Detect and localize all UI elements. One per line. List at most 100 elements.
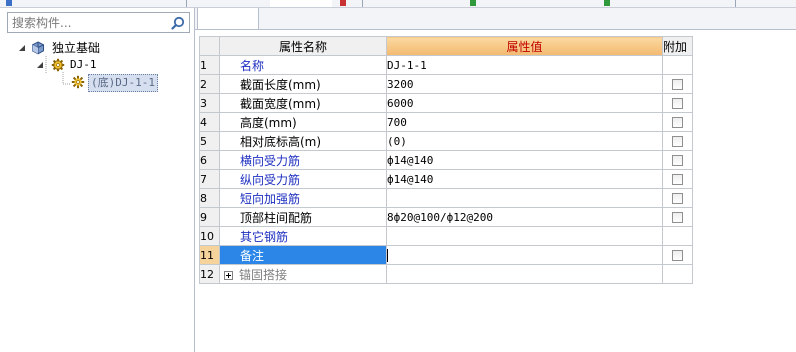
attach-checkbox[interactable] <box>672 78 683 90</box>
property-value[interactable]: 8ф20@100/ф12@200 <box>386 207 663 227</box>
row-number: 2 <box>199 74 220 94</box>
attach-cell <box>662 55 693 75</box>
property-name[interactable]: 其它钢筋 <box>219 226 387 246</box>
table-row[interactable]: 1 名称 DJ-1-1 <box>199 55 693 75</box>
expand-icon[interactable] <box>224 270 233 280</box>
attach-cell <box>662 188 693 208</box>
property-value[interactable]: 700 <box>386 112 663 132</box>
property-name[interactable]: 相对底标高(m) <box>219 131 387 151</box>
attach-checkbox[interactable] <box>672 173 683 185</box>
property-name[interactable]: 顶部柱间配筋 <box>219 207 387 227</box>
attach-cell <box>662 150 693 170</box>
property-value[interactable] <box>386 264 663 284</box>
attach-checkbox[interactable] <box>672 135 683 147</box>
toolbar-icon[interactable] <box>470 0 476 6</box>
property-value[interactable]: 3200 <box>386 74 663 94</box>
property-value-editor[interactable] <box>386 245 663 265</box>
row-number: 7 <box>199 169 220 189</box>
property-name[interactable]: 高度(mm) <box>219 112 387 132</box>
tree-node-label: 独立基础 <box>52 41 101 55</box>
toolbar-tab[interactable] <box>270 0 332 7</box>
header-property-value[interactable]: 属性值 <box>386 36 663 56</box>
search-box <box>7 12 190 33</box>
grid-header-row: 属性名称 属性值 附加 <box>199 36 693 56</box>
property-name[interactable]: 截面宽度(mm) <box>219 93 387 113</box>
header-corner <box>199 36 220 56</box>
gear-icon <box>71 75 85 89</box>
table-row-selected[interactable]: 11 备注 <box>199 245 693 265</box>
property-name-group[interactable]: 锚固搭接 <box>219 264 387 284</box>
attach-cell <box>662 245 693 265</box>
attach-checkbox[interactable] <box>672 211 683 223</box>
properties-panel: 属性名称 属性值 附加 1 名称 DJ-1-1 2 截面长度(mm) 3200 … <box>195 8 796 352</box>
tree-node-root[interactable]: 独立基础 <box>0 40 194 56</box>
property-name[interactable]: 备注 <box>219 245 387 265</box>
header-attach[interactable]: 附加 <box>662 36 693 56</box>
text-caret <box>387 248 388 262</box>
table-row[interactable]: 6 横向受力筋 ф14@140 <box>199 150 693 170</box>
attach-checkbox[interactable] <box>672 97 683 109</box>
property-grid: 属性名称 属性值 附加 1 名称 DJ-1-1 2 截面长度(mm) 3200 … <box>199 36 693 284</box>
top-toolbar-strip <box>0 0 796 8</box>
table-row[interactable]: 12 锚固搭接 <box>199 264 693 284</box>
toolbar-icon[interactable] <box>604 0 610 6</box>
property-value[interactable]: 6000 <box>386 93 663 113</box>
table-row[interactable]: 8 短向加强筋 <box>199 188 693 208</box>
tab-properties[interactable] <box>197 8 259 29</box>
row-number: 9 <box>199 207 220 227</box>
attach-cell <box>662 264 693 284</box>
property-value[interactable] <box>386 188 663 208</box>
attach-cell <box>662 93 693 113</box>
row-number: 3 <box>199 93 220 113</box>
toolbar-divider <box>186 0 187 7</box>
property-name[interactable]: 名称 <box>219 55 387 75</box>
table-row[interactable]: 3 截面宽度(mm) 6000 <box>199 93 693 113</box>
gear-icon <box>51 58 65 72</box>
collapse-icon[interactable] <box>18 44 26 52</box>
foundation-icon <box>31 41 45 55</box>
collapse-icon[interactable] <box>36 61 44 69</box>
table-row[interactable]: 5 相对底标高(m) (0) <box>199 131 693 151</box>
search-icon[interactable] <box>168 14 188 31</box>
tree-node-dj1[interactable]: DJ-1 <box>0 57 194 73</box>
row-number: 12 <box>199 264 220 284</box>
property-value[interactable]: ф14@140 <box>386 169 663 189</box>
attach-cell <box>662 207 693 227</box>
row-number: 11 <box>199 245 220 265</box>
search-input[interactable] <box>10 14 164 31</box>
table-row[interactable]: 9 顶部柱间配筋 8ф20@100/ф12@200 <box>199 207 693 227</box>
property-name[interactable]: 短向加强筋 <box>219 188 387 208</box>
toolbar-divider <box>735 0 736 7</box>
table-row[interactable]: 2 截面长度(mm) 3200 <box>199 74 693 94</box>
property-value[interactable]: ф14@140 <box>386 150 663 170</box>
attach-checkbox[interactable] <box>672 192 683 204</box>
attach-cell <box>662 112 693 132</box>
group-label: 锚固搭接 <box>239 267 288 282</box>
table-row[interactable]: 7 纵向受力筋 ф14@140 <box>199 169 693 189</box>
toolbar-icon[interactable] <box>6 0 12 6</box>
tree-node-label-selected: (底)DJ-1-1 <box>88 74 158 92</box>
row-number: 8 <box>199 188 220 208</box>
toolbar-icon[interactable] <box>340 0 346 6</box>
property-name[interactable]: 横向受力筋 <box>219 150 387 170</box>
table-row[interactable]: 10 其它钢筋 <box>199 226 693 246</box>
attach-checkbox[interactable] <box>672 154 683 166</box>
property-value[interactable] <box>386 226 663 246</box>
header-property-name[interactable]: 属性名称 <box>219 36 387 56</box>
row-number: 4 <box>199 112 220 132</box>
attach-cell <box>662 131 693 151</box>
row-number: 10 <box>199 226 220 246</box>
tree-node-label: DJ-1 <box>70 58 97 71</box>
property-value[interactable]: (0) <box>386 131 663 151</box>
component-tree-panel: 独立基础 <box>0 8 195 352</box>
toolbar-divider <box>362 0 363 7</box>
attach-checkbox[interactable] <box>672 116 683 128</box>
attach-cell <box>662 226 693 246</box>
property-name[interactable]: 纵向受力筋 <box>219 169 387 189</box>
property-name[interactable]: 截面长度(mm) <box>219 74 387 94</box>
attach-cell <box>662 74 693 94</box>
property-value[interactable]: DJ-1-1 <box>386 55 663 75</box>
attach-checkbox[interactable] <box>672 249 683 261</box>
table-row[interactable]: 4 高度(mm) 700 <box>199 112 693 132</box>
tree-node-dj1-1[interactable]: (底)DJ-1-1 <box>0 74 194 92</box>
